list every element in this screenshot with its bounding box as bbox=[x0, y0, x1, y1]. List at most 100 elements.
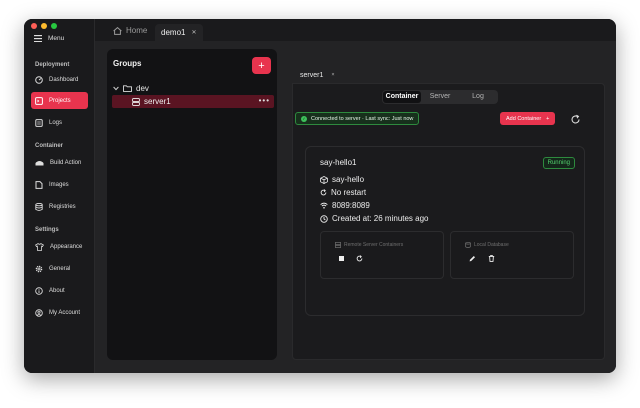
minimize-window-button[interactable] bbox=[41, 23, 47, 29]
section-container: Container bbox=[35, 143, 64, 149]
close-server-tab-icon[interactable]: × bbox=[331, 72, 334, 78]
container-card[interactable]: say-hello1 Running say-hello No restart bbox=[305, 146, 585, 316]
sidebar-item-general[interactable]: General bbox=[31, 260, 88, 277]
sidebar-item-my-account[interactable]: My Account bbox=[31, 304, 88, 321]
sidebar-item-dashboard[interactable]: Dashboard bbox=[31, 71, 88, 88]
chevron-down-icon bbox=[113, 86, 119, 91]
sidebar-item-label: Registries bbox=[49, 203, 76, 210]
sidebar-item-label: Logs bbox=[49, 119, 63, 126]
wifi-icon bbox=[320, 202, 328, 209]
tab-container[interactable]: Container bbox=[383, 91, 421, 103]
connection-status: ✓ Connected to server · Last sync: Just … bbox=[295, 112, 420, 125]
tab-log[interactable]: Log bbox=[459, 91, 497, 103]
plus-icon: + bbox=[546, 115, 550, 122]
container-restart-policy: No restart bbox=[320, 188, 366, 197]
add-container-button[interactable]: Add Container + bbox=[500, 112, 556, 125]
tab-server1-label: server1 bbox=[300, 71, 324, 79]
menu-button[interactable]: Menu bbox=[34, 35, 64, 42]
sidebar-item-registries[interactable]: Registries bbox=[31, 198, 88, 215]
dashboard-icon bbox=[35, 75, 43, 84]
menu-label: Menu bbox=[48, 35, 65, 42]
groups-panel: Groups + dev server1 ••• bbox=[107, 49, 277, 360]
sidebar: Menu Deployment Dashboard Projects Logs … bbox=[24, 19, 95, 373]
container-ports-label: 8089:8089 bbox=[332, 201, 370, 210]
tree-item-server1[interactable]: server1 ••• bbox=[112, 95, 274, 108]
refresh-icon bbox=[570, 114, 581, 125]
sidebar-item-label: Appearance bbox=[50, 243, 83, 250]
sidebar-item-build-action[interactable]: Build Action bbox=[31, 154, 88, 171]
sidebar-item-logs[interactable]: Logs bbox=[31, 114, 88, 131]
projects-icon bbox=[35, 96, 43, 105]
container-image-label: say-hello bbox=[332, 175, 365, 184]
clock-icon bbox=[320, 214, 328, 223]
hamburger-icon bbox=[34, 35, 42, 42]
refresh-button[interactable] bbox=[570, 112, 582, 124]
gear-icon bbox=[35, 265, 43, 273]
local-database-label: Local Database bbox=[474, 242, 509, 248]
groups-title: Groups bbox=[113, 59, 142, 68]
trash-icon[interactable] bbox=[488, 255, 495, 262]
remote-containers-title: Remote Server Containers bbox=[335, 242, 403, 248]
tree-folder-label: dev bbox=[136, 84, 149, 93]
restart-icon[interactable] bbox=[356, 255, 363, 262]
status-badge: Running bbox=[542, 157, 575, 169]
sidebar-item-about[interactable]: About bbox=[31, 282, 88, 299]
remote-actions bbox=[339, 255, 363, 262]
sidebar-item-label: Images bbox=[49, 181, 69, 188]
container-image: say-hello bbox=[320, 175, 364, 184]
tab-server[interactable]: Server bbox=[421, 91, 459, 103]
logs-icon bbox=[35, 118, 43, 127]
tab-home-label: Home bbox=[126, 26, 148, 35]
server-icon bbox=[132, 97, 140, 106]
close-tab-icon[interactable]: ✕ bbox=[191, 29, 196, 36]
connection-status-text: Connected to server · Last sync: Just no… bbox=[311, 115, 414, 122]
sidebar-item-appearance[interactable]: Appearance bbox=[31, 238, 88, 255]
tab-home[interactable]: Home bbox=[113, 26, 147, 35]
more-options-icon[interactable]: ••• bbox=[259, 96, 270, 105]
maximize-window-button[interactable] bbox=[51, 23, 57, 29]
app-window: Menu Deployment Dashboard Projects Logs … bbox=[24, 19, 616, 373]
sidebar-item-label: Dashboard bbox=[49, 76, 79, 83]
add-container-label: Add Container bbox=[506, 115, 542, 122]
tab-bar: Home demo1 ✕ bbox=[95, 19, 616, 41]
cube-icon bbox=[320, 175, 328, 184]
add-group-button[interactable]: + bbox=[252, 57, 271, 74]
local-database-title: Local Database bbox=[465, 242, 509, 248]
close-window-button[interactable] bbox=[31, 23, 37, 29]
tab-server1[interactable]: server1 × bbox=[294, 67, 341, 83]
check-circle-icon: ✓ bbox=[301, 115, 307, 122]
sidebar-item-images[interactable]: Images bbox=[31, 176, 88, 193]
container-name: say-hello1 bbox=[320, 158, 357, 167]
remote-containers-label: Remote Server Containers bbox=[344, 242, 404, 248]
tab-demo1[interactable]: demo1 ✕ bbox=[155, 24, 203, 41]
tree-folder-dev[interactable]: dev bbox=[113, 84, 149, 93]
container-created: Created at: 26 minutes ago bbox=[320, 214, 429, 223]
local-database-card: Local Database bbox=[450, 231, 574, 279]
container-ports: 8089:8089 bbox=[320, 201, 370, 210]
registries-icon bbox=[35, 202, 43, 211]
sidebar-item-label: Build Action bbox=[50, 159, 82, 166]
restart-icon bbox=[320, 189, 327, 196]
images-icon bbox=[35, 180, 43, 189]
server-icon bbox=[335, 242, 341, 248]
sidebar-item-projects[interactable]: Projects bbox=[31, 92, 88, 109]
tree-item-label: server1 bbox=[144, 97, 171, 106]
local-actions bbox=[469, 255, 495, 262]
database-icon bbox=[465, 242, 471, 248]
sidebar-item-label: About bbox=[49, 287, 65, 294]
sidebar-item-label: My Account bbox=[49, 309, 81, 316]
account-icon bbox=[35, 308, 43, 317]
appearance-icon bbox=[35, 242, 44, 251]
pencil-icon[interactable] bbox=[469, 255, 476, 262]
tab-demo1-label: demo1 bbox=[161, 28, 186, 37]
sidebar-item-label: Projects bbox=[49, 97, 71, 104]
sidebar-item-label: General bbox=[49, 265, 71, 272]
home-icon bbox=[113, 26, 122, 35]
content-area: Groups + dev server1 ••• server1 × Conta… bbox=[95, 41, 616, 373]
server-panel: Container Server Log ✓ Connected to serv… bbox=[292, 83, 605, 360]
section-settings: Settings bbox=[35, 227, 59, 233]
section-deployment: Deployment bbox=[35, 62, 70, 68]
stop-icon[interactable] bbox=[339, 256, 344, 261]
view-switcher: Container Server Log bbox=[382, 90, 498, 104]
remote-containers-card: Remote Server Containers bbox=[320, 231, 444, 279]
